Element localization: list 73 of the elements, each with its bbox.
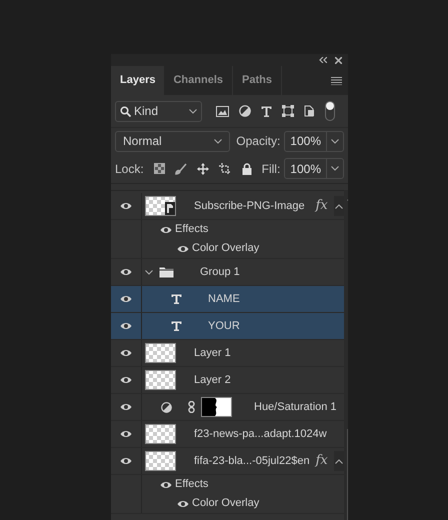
chevron-icon [331,166,339,171]
eye-icon[interactable] [120,202,132,210]
eye-icon[interactable] [160,226,172,234]
layer-name: NAME [208,292,241,307]
effect-name: Color Overlay [192,241,260,256]
eye-icon[interactable] [120,376,132,384]
lock-label: Lock: [115,160,144,178]
eye-icon[interactable] [160,480,172,488]
opacity-label: Opacity: [236,133,280,150]
menu-icon[interactable] [331,76,342,84]
chevron-icon[interactable] [145,270,153,274]
eye-icon[interactable] [120,349,132,357]
effects-label: Effects [175,477,208,492]
fill-field[interactable]: 100% [284,158,344,179]
blend-mode-dropdown[interactable]: Normal [115,130,230,152]
collapse-effects-icon[interactable] [334,458,343,464]
eye-icon[interactable] [120,268,132,276]
chevron-icon [331,138,339,144]
collapse-icon[interactable] [319,57,327,63]
layer-thumbnail [145,343,176,363]
layer-name: Group 1 [200,264,241,280]
eye-icon[interactable] [120,322,132,330]
smart-object-filter-icon[interactable] [304,105,315,117]
eye-icon[interactable] [120,457,132,465]
chevron-icon [214,138,222,144]
close-icon[interactable] [335,56,342,64]
eye-icon[interactable] [177,500,189,508]
brush-icon[interactable] [174,162,187,174]
panel-tab[interactable]: Layers [111,66,164,95]
filter-dropdown[interactable]: Kind [115,100,202,122]
layer-name: fifa-23-bla...-05jul22$en [194,454,310,469]
layer-name: Subscribe-PNG-Image [194,198,306,214]
fx-label: fx [316,197,328,216]
type-filter-icon[interactable] [261,106,272,116]
layer-name: Layer 2 [194,372,232,388]
layer-name: YOUR [208,318,241,334]
eye-icon[interactable] [120,295,132,303]
eye-icon[interactable] [120,403,132,411]
layer-name: Layer 1 [194,346,232,361]
filter-toggle[interactable] [325,101,335,121]
effect-name: Color Overlay [192,496,260,512]
layer-thumbnail [145,196,176,216]
fill-label: Fill: [262,160,280,178]
filter-value: Kind [134,103,160,120]
lock-icon[interactable] [242,162,252,174]
search-icon [120,106,131,116]
panel-tab[interactable]: Channels [164,66,233,95]
folder-icon [159,266,174,278]
adjustment-filter-icon[interactable] [239,105,251,117]
chevron-icon [189,108,197,114]
eye-icon[interactable] [120,430,132,438]
image-filter-icon[interactable] [216,106,229,116]
effects-label: Effects [175,222,208,238]
adjustment-layer-icon [161,402,172,412]
type-layer-icon [171,294,182,304]
collapse-effects-icon[interactable] [334,204,343,208]
blend-mode-value: Normal [123,133,163,150]
link-icon[interactable] [188,401,195,413]
panel-tab[interactable]: Paths [233,66,282,95]
mask-thumbnail [201,397,232,417]
type-layer-icon [171,321,182,331]
opacity-field[interactable]: 100% [284,130,344,152]
fx-label: fx [316,452,328,470]
lock-transparency-icon[interactable] [154,163,165,174]
shape-filter-icon[interactable] [282,105,294,117]
layer-thumbnail [145,370,176,390]
move-icon[interactable] [196,162,209,174]
layer-thumbnail [145,451,176,471]
eye-icon[interactable] [177,244,189,252]
crop-icon[interactable] [218,162,232,174]
layer-name: f23-news-pa...adapt.1024w [194,426,328,442]
layer-thumbnail [145,424,176,444]
layer-name: Hue/Saturation 1 [254,400,338,415]
